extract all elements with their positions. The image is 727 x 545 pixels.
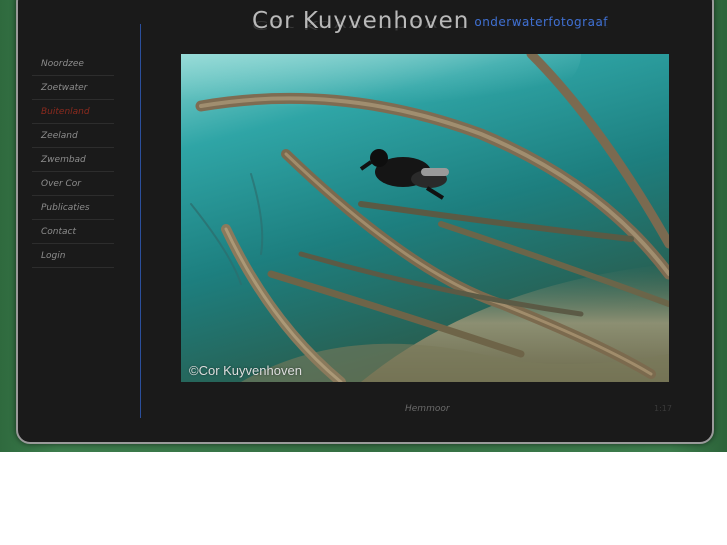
nav-item-over-cor[interactable]: Over Cor <box>32 172 114 196</box>
nav-item-contact[interactable]: Contact <box>32 220 114 244</box>
underwater-photo-image <box>181 54 669 382</box>
vertical-divider <box>140 24 141 418</box>
nav-item-login[interactable]: Login <box>32 244 114 268</box>
photo-caption: Hemmoor <box>405 404 450 414</box>
site-title-reflection: Cor Kuyvenhoven <box>252 17 470 32</box>
nav-item-zwembad[interactable]: Zwembad <box>32 148 114 172</box>
nav-item-zoetwater[interactable]: Zoetwater <box>32 76 114 100</box>
photo-counter: 1:17 <box>654 404 672 413</box>
main-nav: Noordzee Zoetwater Buitenland Zeeland Zw… <box>32 52 114 268</box>
site-header: Cor Kuyvenhoven onderwaterfotograaf Cor K… <box>252 8 608 34</box>
nav-item-buitenland[interactable]: Buitenland <box>32 100 114 124</box>
nav-item-publicaties[interactable]: Publicaties <box>32 196 114 220</box>
photo-watermark: ©Cor Kuyvenhoven <box>189 363 302 378</box>
site-subtitle-reflection: onderwaterfotograaf <box>474 20 609 29</box>
gallery-photo[interactable] <box>181 54 669 382</box>
title-reflection: Cor Kuyvenhoven onderwaterfotograaf <box>252 18 608 32</box>
nav-item-noordzee[interactable]: Noordzee <box>32 52 114 76</box>
nav-item-zeeland[interactable]: Zeeland <box>32 124 114 148</box>
